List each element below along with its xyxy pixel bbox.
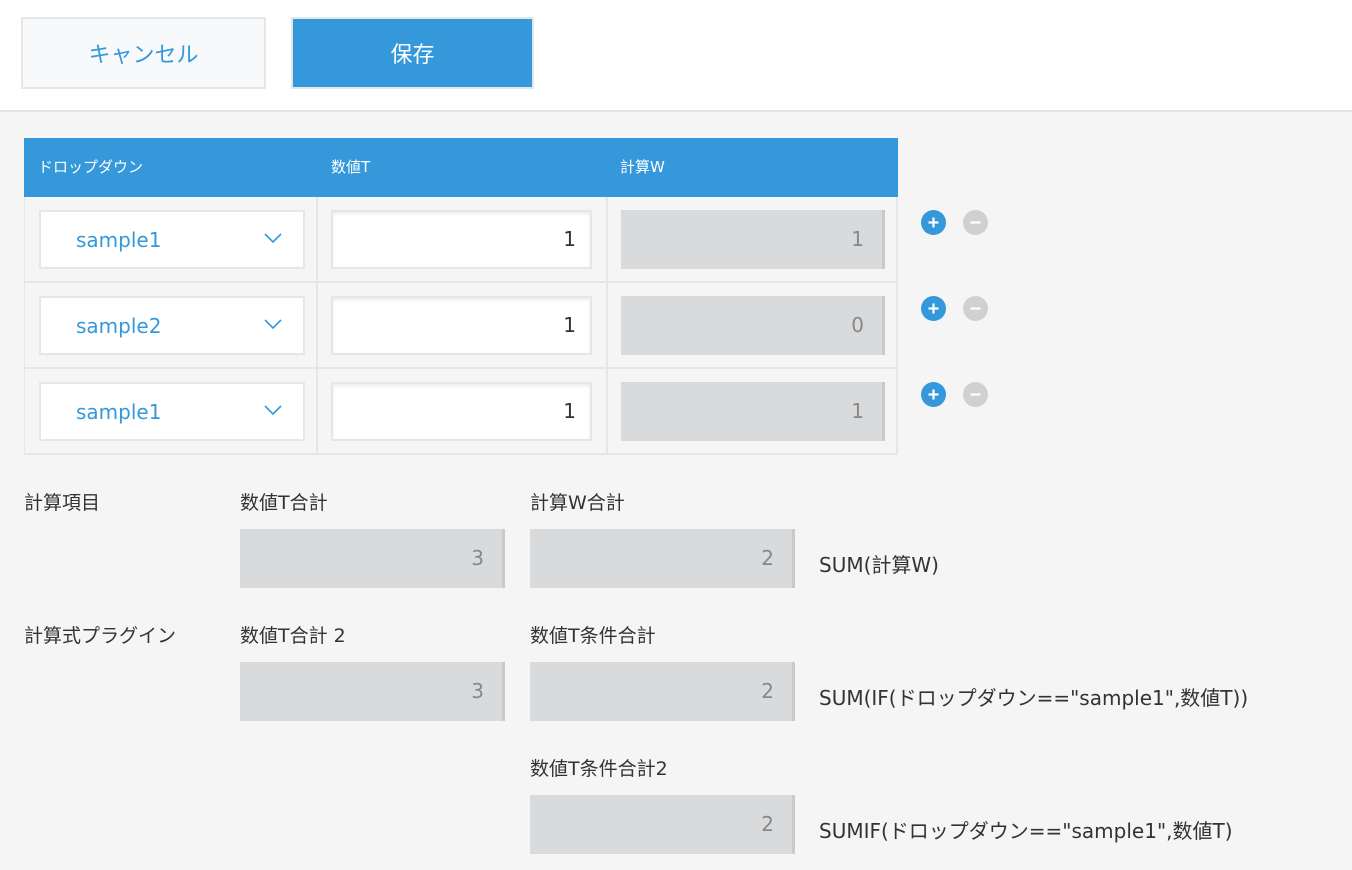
dropdown-value: sample1 bbox=[76, 400, 162, 424]
cancel-button[interactable]: キャンセル bbox=[21, 17, 266, 89]
number-t-cond-total-2-value: 2 bbox=[530, 795, 795, 854]
dropdown-select[interactable]: sample1 bbox=[39, 210, 305, 269]
chevron-down-icon bbox=[264, 319, 282, 330]
chevron-down-icon bbox=[264, 405, 282, 416]
field-label-number-t-cond-total: 数値T条件合計 bbox=[530, 625, 656, 647]
number-cell: 1 bbox=[318, 369, 608, 453]
number-t-cond-total-value: 2 bbox=[530, 662, 795, 721]
dropdown-cell: sample2 bbox=[25, 283, 318, 367]
subtable-header: ドロップダウン 数値T 計算W bbox=[24, 138, 898, 197]
formula-text: SUM(IF(ドロップダウン=="sample1",数値T)) bbox=[819, 686, 1249, 710]
dropdown-select[interactable]: sample1 bbox=[39, 382, 305, 441]
number-input[interactable]: 1 bbox=[331, 296, 592, 355]
dropdown-cell: sample1 bbox=[25, 369, 318, 453]
field-label-calc-w-total: 計算W合計 bbox=[530, 492, 625, 514]
calc-value: 1 bbox=[621, 210, 885, 269]
table-row: sample2 1 0 bbox=[24, 283, 898, 369]
plus-circle-icon[interactable] bbox=[921, 382, 946, 407]
field-label-number-t-total: 数値T合計 bbox=[240, 492, 328, 514]
header-number-t: 数値T bbox=[331, 158, 371, 176]
plus-circle-icon[interactable] bbox=[921, 210, 946, 235]
header-calc-w: 計算W bbox=[620, 158, 665, 176]
calc-cell: 1 bbox=[608, 197, 898, 281]
calc-w-total-value: 2 bbox=[530, 529, 795, 588]
calc-value: 0 bbox=[621, 296, 885, 355]
plus-circle-icon[interactable] bbox=[921, 296, 946, 321]
table-row: sample1 1 1 bbox=[24, 369, 898, 455]
minus-circle-icon[interactable] bbox=[963, 296, 988, 321]
section-label-plugin: 計算式プラグイン bbox=[24, 625, 177, 647]
dropdown-value: sample2 bbox=[76, 314, 162, 338]
formula-text: SUMIF(ドロップダウン=="sample1",数値T) bbox=[819, 819, 1233, 843]
minus-circle-icon[interactable] bbox=[963, 210, 988, 235]
dropdown-value: sample1 bbox=[76, 228, 162, 252]
toolbar: キャンセル 保存 bbox=[0, 0, 1352, 112]
row-actions bbox=[921, 296, 991, 322]
subtable: ドロップダウン 数値T 計算W sample1 1 1 sample2 1 0 … bbox=[24, 138, 898, 455]
number-t-total-2-value: 3 bbox=[240, 662, 505, 721]
calc-cell: 0 bbox=[608, 283, 898, 367]
table-row: sample1 1 1 bbox=[24, 197, 898, 283]
header-dropdown: ドロップダウン bbox=[38, 158, 144, 176]
number-cell: 1 bbox=[318, 197, 608, 281]
number-cell: 1 bbox=[318, 283, 608, 367]
row-actions bbox=[921, 210, 991, 236]
number-input[interactable]: 1 bbox=[331, 210, 592, 269]
field-label-number-t-cond-total-2: 数値T条件合計2 bbox=[530, 758, 668, 780]
calc-value: 1 bbox=[621, 382, 885, 441]
row-actions bbox=[921, 382, 991, 408]
dropdown-select[interactable]: sample2 bbox=[39, 296, 305, 355]
dropdown-cell: sample1 bbox=[25, 197, 318, 281]
chevron-down-icon bbox=[264, 233, 282, 244]
calc-cell: 1 bbox=[608, 369, 898, 453]
save-button[interactable]: 保存 bbox=[291, 17, 534, 89]
number-input[interactable]: 1 bbox=[331, 382, 592, 441]
minus-circle-icon[interactable] bbox=[963, 382, 988, 407]
field-label-number-t-total-2: 数値T合計 2 bbox=[240, 625, 346, 647]
number-t-total-value: 3 bbox=[240, 529, 505, 588]
section-label-calc-item: 計算項目 bbox=[24, 492, 101, 514]
formula-text: SUM(計算W) bbox=[819, 553, 939, 577]
